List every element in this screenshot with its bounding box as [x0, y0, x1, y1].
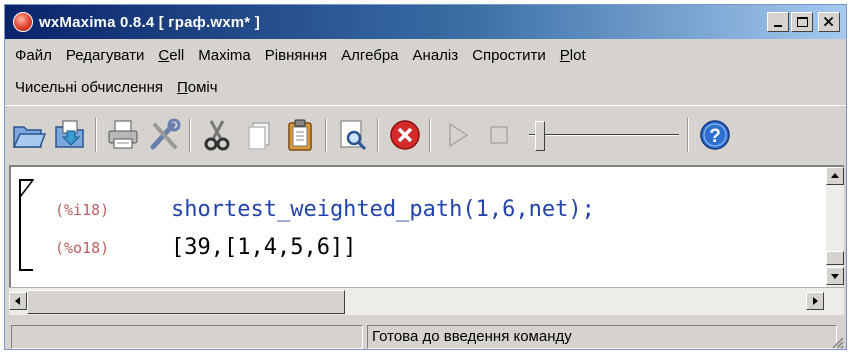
print-icon [108, 120, 138, 148]
print-button[interactable] [105, 117, 141, 153]
horizontal-scrollbar[interactable] [9, 287, 844, 315]
vertical-scrollbar[interactable] [826, 167, 844, 287]
find-icon [340, 119, 367, 150]
maximize-button[interactable] [791, 12, 813, 32]
menu-calculus[interactable]: Аналіз [413, 47, 459, 64]
menu-cell[interactable]: Cell [158, 47, 184, 64]
status-message: Готова до введення команду [367, 325, 837, 349]
minimize-icon [774, 25, 782, 27]
interrupt-button[interactable] [387, 117, 423, 153]
close-button[interactable] [818, 12, 840, 32]
help-icon: ? [700, 119, 730, 150]
open-folder-icon [12, 125, 47, 148]
menu-equations[interactable]: Рівняння [265, 47, 327, 64]
arrow-left-icon [15, 297, 20, 305]
menu-help[interactable]: Поміч [177, 79, 218, 96]
paste-icon [288, 119, 312, 151]
menu-plot[interactable]: Plot [560, 47, 586, 64]
window-title: wxMaxima 0.8.4 [ граф.wxm* ] [39, 13, 260, 31]
scroll-thumb-vertical[interactable] [826, 251, 844, 265]
input-prompt: (%i18) [55, 201, 110, 219]
open-button[interactable] [11, 117, 47, 153]
cut-icon [204, 119, 230, 150]
play-button[interactable] [439, 117, 475, 153]
slider-thumb[interactable] [535, 120, 545, 151]
toolbar: ? [5, 105, 846, 163]
menu-row-1: Файл Редагувати Cell Maxima Рівняння Алг… [5, 41, 846, 69]
menu-edit[interactable]: Редагувати [66, 47, 145, 64]
main-window: wxMaxima 0.8.4 [ граф.wxm* ] Файл Редагу… [4, 4, 847, 350]
arrow-up-icon [831, 173, 839, 178]
toolbar-separator [429, 117, 431, 152]
menu-numeric[interactable]: Чисельні обчислення [15, 79, 163, 96]
title-bar[interactable]: wxMaxima 0.8.4 [ граф.wxm* ] [5, 5, 846, 39]
maxima-app-icon[interactable] [13, 12, 33, 32]
stop-button[interactable] [481, 117, 517, 153]
toolbar-separator [377, 117, 379, 152]
cell-collapse-triangle-icon[interactable] [19, 179, 35, 199]
toolbar-separator [687, 117, 689, 152]
play-icon [449, 122, 469, 147]
menu-simplify[interactable]: Спростити [472, 47, 546, 64]
window-controls [767, 12, 840, 32]
copy-icon [248, 121, 270, 150]
scroll-left-button[interactable] [9, 292, 27, 310]
interrupt-icon [390, 119, 420, 150]
arrow-down-icon [831, 274, 839, 279]
slider-track [529, 133, 679, 136]
menu-algebra[interactable]: Алгебра [341, 47, 398, 64]
toolbar-separator [95, 117, 97, 152]
scroll-down-button[interactable] [826, 267, 844, 285]
find-button[interactable] [335, 117, 371, 153]
minimize-button[interactable] [767, 12, 789, 32]
menu-bar: Файл Редагувати Cell Maxima Рівняння Алг… [5, 41, 846, 103]
scroll-thumb-horizontal[interactable] [27, 290, 345, 314]
status-bar: Готова до введення команду [5, 321, 846, 349]
help-button[interactable]: ? [697, 117, 733, 153]
status-pane-left [11, 325, 363, 349]
cut-button[interactable] [199, 117, 235, 153]
stop-icon [490, 125, 508, 144]
menu-file[interactable]: Файл [15, 47, 52, 64]
close-icon [823, 16, 834, 27]
copy-button[interactable] [241, 117, 277, 153]
toolbar-separator [325, 117, 327, 152]
settings-button[interactable] [147, 117, 183, 153]
worksheet[interactable]: (%i18) shortest_weighted_path(1,6,net); … [9, 165, 844, 287]
output-result: [39,[1,4,5,6]] [171, 235, 357, 260]
animation-slider[interactable] [529, 117, 679, 153]
resize-grip-icon[interactable] [830, 335, 844, 349]
save-button[interactable] [53, 117, 89, 153]
scroll-right-button[interactable] [806, 292, 824, 310]
settings-tools-icon [150, 118, 181, 149]
arrow-right-icon [813, 297, 818, 305]
toolbar-separator [189, 117, 191, 152]
input-expression[interactable]: shortest_weighted_path(1,6,net); [171, 197, 595, 222]
svg-text:?: ? [709, 126, 721, 147]
scroll-up-button[interactable] [826, 167, 844, 185]
menu-maxima[interactable]: Maxima [198, 47, 251, 64]
menu-row-2: Чисельні обчислення Поміч [5, 73, 846, 101]
output-prompt: (%o18) [55, 239, 110, 257]
save-icon [55, 120, 84, 148]
maximize-icon [797, 17, 808, 27]
paste-button[interactable] [283, 117, 319, 153]
